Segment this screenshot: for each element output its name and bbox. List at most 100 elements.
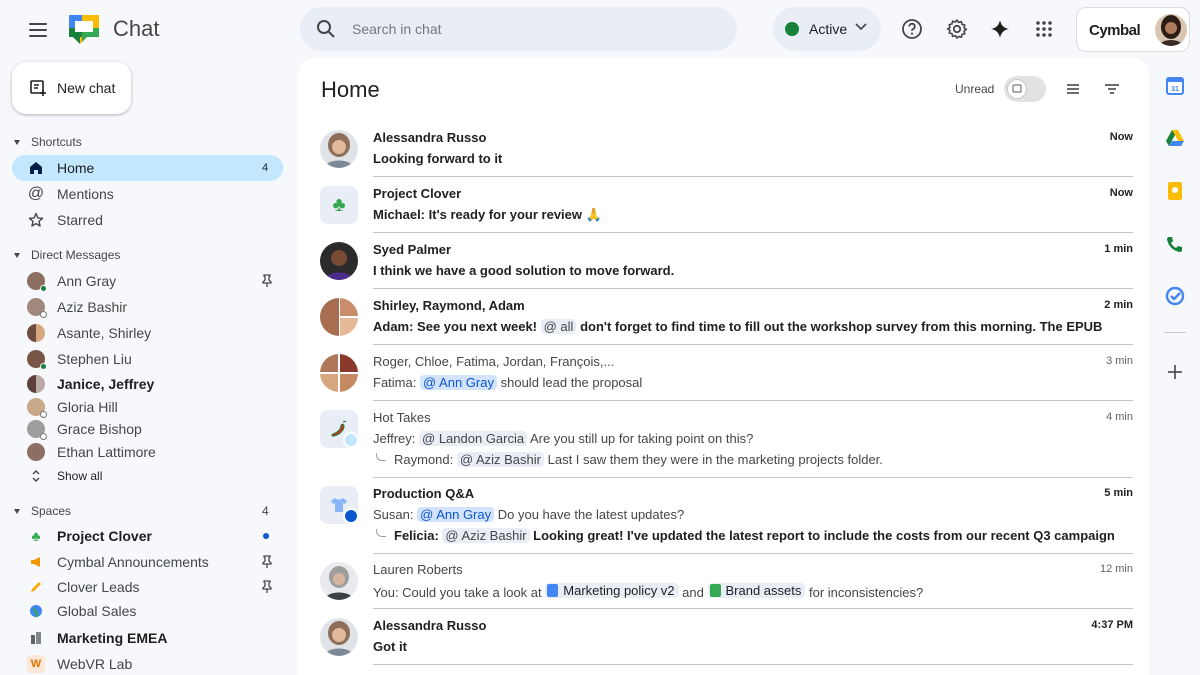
avatar xyxy=(27,272,47,292)
conversation-row[interactable]: Production Q&A 5 min Susan: @ Ann Gray D… xyxy=(320,486,1133,554)
message-preview: I think we have a good solution to move … xyxy=(373,263,675,278)
conversation-row[interactable]: Shirley, Raymond, Adam 2 min Adam: See y… xyxy=(320,298,1133,346)
sidebar-item-label: Clover Leads xyxy=(57,579,140,595)
spaces-header-label: Spaces xyxy=(31,504,72,518)
thread-reply-preview: Raymond: @ Aziz Bashir Last I saw them t… xyxy=(376,452,883,467)
tasks-icon[interactable] xyxy=(1165,286,1185,306)
conversation-time: 4:37 PM xyxy=(1091,619,1133,631)
sidebar-item-dm[interactable]: Aziz Bashir xyxy=(12,294,283,320)
spaces-count-badge: 4 xyxy=(262,504,269,518)
building-icon xyxy=(27,629,45,647)
clover-icon: ♣ xyxy=(31,528,41,544)
sidebar-item-label: Asante, Shirley xyxy=(57,325,152,341)
pin-icon xyxy=(262,580,272,593)
direct-messages-header-label: Direct Messages xyxy=(31,248,121,262)
conversation-name: Roger, Chloe, Fatima, Jordan, François,.… xyxy=(373,354,615,369)
main-menu-button[interactable] xyxy=(22,14,54,46)
reply-hook-icon xyxy=(376,453,386,461)
sidebar-item-home[interactable]: Home 4 xyxy=(12,155,283,181)
conversation-time: 4 min xyxy=(1106,411,1133,423)
status-dropdown[interactable]: Active xyxy=(773,7,881,51)
search-input[interactable] xyxy=(352,7,712,51)
main-panel: Home Unread Alessandra Russo Now Looking… xyxy=(298,58,1149,675)
sidebar-item-space[interactable]: W WebVR Lab xyxy=(12,651,283,675)
sidebar-item-label: Marketing EMEA xyxy=(57,630,168,646)
collapse-triangle-icon xyxy=(14,252,20,258)
chevron-down-icon xyxy=(855,23,867,31)
conversation-name: Hot Takes xyxy=(373,410,431,425)
conversation-row[interactable]: Roger, Chloe, Fatima, Jordan, François,.… xyxy=(320,354,1133,402)
help-icon xyxy=(902,19,922,39)
add-icon[interactable] xyxy=(1165,362,1185,382)
sidebar-item-dm[interactable]: Stephen Liu xyxy=(12,346,283,372)
clover-space-icon: ♣ xyxy=(320,186,358,224)
drive-icon[interactable] xyxy=(1165,128,1185,148)
message-preview: Looking forward to it xyxy=(373,151,503,166)
sidebar-item-dm[interactable]: Ethan Lattimore xyxy=(12,439,283,465)
gear-icon xyxy=(946,19,968,39)
new-chat-button[interactable]: New chat xyxy=(12,62,131,114)
sidebar-item-dm[interactable]: Asante, Shirley xyxy=(12,320,283,346)
show-all-button[interactable]: Show all xyxy=(12,463,283,489)
calendar-icon[interactable]: 31 xyxy=(1165,76,1185,96)
message-preview: You: Could you take a look at Marketing … xyxy=(373,583,924,600)
sidebar-item-space[interactable]: Global Sales xyxy=(12,598,283,624)
org-brand: Cymbal xyxy=(1089,22,1141,39)
sheets-icon xyxy=(709,584,721,597)
shortcuts-header[interactable]: Shortcuts xyxy=(14,135,82,149)
settings-button[interactable] xyxy=(941,13,973,45)
conversation-row[interactable]: Alessandra Russo 4:37 PM Got it xyxy=(320,618,1133,666)
side-panel-rail: 31 xyxy=(1150,58,1200,675)
sidebar-item-label: Global Sales xyxy=(57,603,137,619)
density-list-icon[interactable] xyxy=(1064,80,1082,98)
conversation-row[interactable]: Syed Palmer 1 min I think we have a good… xyxy=(320,242,1133,290)
toggle-knob xyxy=(1007,79,1027,99)
pin-icon xyxy=(262,555,272,568)
account-button[interactable]: Cymbal xyxy=(1076,7,1190,52)
sidebar-item-label: Aziz Bashir xyxy=(57,299,128,315)
at-icon: @ xyxy=(27,185,45,202)
sidebar-item-space[interactable]: ♣ Project Clover xyxy=(12,523,283,549)
mention-chip: @ Aziz Bashir xyxy=(456,452,544,467)
sidebar-item-space[interactable]: Marketing EMEA xyxy=(12,625,283,651)
conversation-name: Project Clover xyxy=(373,186,462,201)
sidebar-item-label: Mentions xyxy=(57,186,114,202)
pin-icon xyxy=(262,274,272,287)
spaces-header[interactable]: Spaces 4 xyxy=(14,504,269,518)
voice-icon[interactable] xyxy=(1165,234,1185,254)
svg-text:31: 31 xyxy=(1171,86,1179,93)
filter-icon[interactable] xyxy=(1103,80,1121,98)
apps-button[interactable] xyxy=(1028,13,1060,45)
sidebar-item-space[interactable]: Cymbal Announcements xyxy=(12,549,283,575)
keep-icon[interactable] xyxy=(1165,181,1185,201)
unread-toggle[interactable] xyxy=(1004,76,1046,102)
reply-hook-icon xyxy=(376,529,386,537)
avatar xyxy=(320,618,358,656)
sidebar-item-starred[interactable]: Starred xyxy=(12,207,283,233)
group-avatar xyxy=(320,354,358,392)
search-icon xyxy=(317,20,335,38)
avatar xyxy=(320,130,358,168)
gemini-button[interactable] xyxy=(984,13,1016,45)
direct-messages-header[interactable]: Direct Messages xyxy=(14,248,120,262)
conversation-row[interactable]: Alessandra Russo Now Looking forward to … xyxy=(320,130,1133,178)
pencil-icon xyxy=(27,578,45,596)
home-icon xyxy=(27,159,45,177)
conversation-name: Shirley, Raymond, Adam xyxy=(373,298,525,313)
conversation-row[interactable]: Hot Takes 4 min Jeffrey: @ Landon Garcia… xyxy=(320,410,1133,478)
avatar xyxy=(27,443,45,461)
sparkle-icon xyxy=(991,20,1009,38)
mention-chip: @ Ann Gray xyxy=(417,507,495,522)
conversation-row[interactable]: Lauren Roberts 12 min You: Could you tak… xyxy=(320,562,1133,610)
avatar xyxy=(320,242,358,280)
new-chat-icon xyxy=(30,80,46,96)
sidebar-item-space[interactable]: Clover Leads xyxy=(12,574,283,600)
sidebar-item-dm[interactable]: Ann Gray xyxy=(12,268,283,294)
help-button[interactable] xyxy=(896,13,928,45)
conversation-row[interactable]: ♣ Project Clover Now Michael: It's ready… xyxy=(320,186,1133,234)
left-sidebar: New chat Shortcuts Home 4 @ Mentions Sta… xyxy=(0,58,296,675)
thread-badge-icon xyxy=(343,508,359,524)
sidebar-item-label: WebVR Lab xyxy=(57,656,133,672)
search-bar[interactable] xyxy=(300,7,737,51)
sidebar-item-mentions[interactable]: @ Mentions xyxy=(12,181,283,207)
